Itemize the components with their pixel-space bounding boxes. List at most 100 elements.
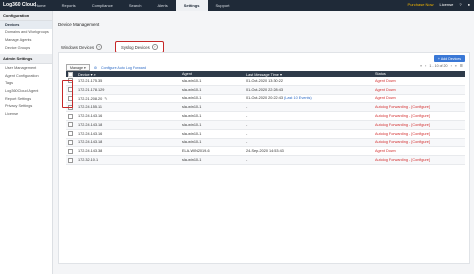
configure-auto-log-forward-link[interactable]: Configure Auto Log Forward xyxy=(101,66,146,70)
device-cell[interactable]: 172.21.178.129 xyxy=(76,85,180,95)
device-cell[interactable]: 172.21.175.35 xyxy=(76,77,180,86)
manage-dropdown[interactable]: Manage ▾ xyxy=(66,64,90,71)
device-cell[interactable]: 172.32.10.1 xyxy=(76,155,180,165)
purchase-now-link[interactable]: Purchase Now xyxy=(408,2,434,7)
device-cell[interactable]: 172.24.143.16 xyxy=(76,129,180,139)
row-checkbox[interactable] xyxy=(68,131,73,137)
device-cell[interactable]: 172.24.155.11 xyxy=(76,102,180,113)
row-select-cell xyxy=(66,146,76,157)
status-cell[interactable]: Autolog Forwarding - [Configure] xyxy=(373,111,465,121)
columns-icon[interactable]: ☰ xyxy=(460,64,463,68)
last-message-time-cell: - xyxy=(244,155,373,165)
agent-cell: sla-win10-1 xyxy=(180,138,244,148)
nav-reports[interactable]: Reports xyxy=(54,0,84,11)
row-select-cell xyxy=(66,155,76,165)
agent-cell: sla-win10-1 xyxy=(180,94,244,104)
table-row[interactable]: 172.24.143.16 sla-win10-1- Autolog Forward… xyxy=(66,129,465,139)
edit-icon[interactable]: ✎ xyxy=(104,97,107,101)
user-avatar-icon[interactable]: ● xyxy=(468,2,470,7)
add-devices-button[interactable]: + Add Devices xyxy=(433,55,465,62)
time-value: - xyxy=(246,114,248,119)
sidebar-item-privacy-settings[interactable]: Privacy Settings xyxy=(0,102,52,110)
sidebar-item-agent[interactable]: Log360Cloud Agent xyxy=(0,87,52,95)
table-row[interactable]: 172.24.143.18 sla-win10-1- Autolog Forward… xyxy=(66,120,465,130)
sort-icon[interactable]: ▾ xyxy=(280,73,282,77)
sidebar-item-license[interactable]: License xyxy=(0,110,52,118)
device-cell[interactable]: 172.24.143.18 xyxy=(76,120,180,130)
table-row[interactable]: 172.24.143.18 sla-win10-1- Autolog Forward… xyxy=(66,138,465,148)
status-cell[interactable]: Autolog Forwarding - [Configure] xyxy=(373,102,465,113)
gear-icon[interactable]: ⚙ xyxy=(94,66,97,70)
last-message-time-cell: - xyxy=(244,111,373,121)
device-cell[interactable]: 172.24.143.18 xyxy=(76,138,180,148)
nav-alerts[interactable]: Alerts xyxy=(150,0,176,11)
row-checkbox[interactable] xyxy=(68,139,73,145)
license-link[interactable]: License xyxy=(440,2,454,7)
table-row[interactable]: 172.21.178.129 sla-win10-1 01-Oct-2020 22:… xyxy=(66,85,465,95)
sidebar-item-user-management[interactable]: User Management xyxy=(0,64,52,72)
last-message-time-cell: 01-Oct-2020 22:28:43 xyxy=(244,85,373,95)
last-events-link[interactable]: (Last 10 Events) xyxy=(284,96,312,100)
row-select-cell xyxy=(66,138,76,148)
row-checkbox[interactable] xyxy=(68,148,73,154)
table-row[interactable]: 172.21.175.35 sla-win10-1 01-Oct-2020 13:3… xyxy=(66,77,465,86)
table-toolbar: Manage ▾ ⚙ Configure Auto Log Forward xyxy=(66,64,146,71)
row-checkbox[interactable] xyxy=(68,122,73,128)
device-name: 172.24.143.18 xyxy=(78,122,103,127)
row-checkbox[interactable] xyxy=(68,157,73,163)
agent-cell: sla-win10-1 xyxy=(180,155,244,165)
info-icon[interactable]: ? xyxy=(151,44,158,50)
sidebar-item-device-groups[interactable]: Device Groups xyxy=(0,44,52,52)
nav-settings[interactable]: Settings xyxy=(175,0,208,11)
prev-page-icon[interactable]: ‹ xyxy=(425,64,426,68)
nav-search[interactable]: Search xyxy=(121,0,150,11)
table-row[interactable]: 172.24.143.38 ELA-WIN2019-6 24-Sep-2020 14… xyxy=(66,146,465,157)
table-row[interactable]: 172.24.155.11 sla-win10-1- Autolog Forward… xyxy=(66,102,465,113)
nav-support[interactable]: Support xyxy=(208,0,238,11)
sidebar-section-configuration: Configuration xyxy=(0,11,52,21)
tab-label: Syslog Devices xyxy=(121,44,150,50)
device-cell[interactable]: 172.21.208.20 ✎ xyxy=(76,94,180,104)
row-checkbox[interactable] xyxy=(68,113,73,119)
device-name: 172.32.10.1 xyxy=(78,158,99,163)
sidebar-item-report-settings[interactable]: Report Settings xyxy=(0,95,52,103)
info-icon[interactable]: ? xyxy=(96,44,103,50)
sort-icon[interactable]: ▾ xyxy=(91,73,93,77)
agent-cell: ELA-WIN2019-6 xyxy=(180,146,244,157)
agent-cell: sla-win10-1 xyxy=(180,102,244,113)
top-bar: Log360 Cloud Home Reports Compliance Sea… xyxy=(0,0,474,11)
sidebar-item-devices[interactable]: Devices xyxy=(0,21,52,29)
sidebar-item-manage-agents[interactable]: Manage Agents xyxy=(0,36,52,44)
tab-windows-devices[interactable]: Windows Devices ? xyxy=(58,43,105,51)
last-page-icon[interactable]: » xyxy=(455,64,457,68)
device-name: 172.24.143.18 xyxy=(78,140,103,145)
sidebar-item-domains[interactable]: Domains and Workgroups xyxy=(0,29,52,37)
next-page-icon[interactable]: › xyxy=(451,64,452,68)
agent-cell: sla-win10-1 xyxy=(180,111,244,121)
row-select-cell xyxy=(66,129,76,139)
status-cell[interactable]: Autolog Forwarding - [Configure] xyxy=(373,129,465,139)
sidebar-item-agent-configuration[interactable]: Agent Configuration xyxy=(0,72,52,80)
status-cell[interactable]: Autolog Forwarding - [Configure] xyxy=(373,155,465,165)
table-row[interactable]: 172.32.10.1 sla-win10-1- Autolog Forwardin… xyxy=(66,155,465,165)
nav-compliance[interactable]: Compliance xyxy=(84,0,121,11)
filter-icon[interactable]: ⌕ xyxy=(94,73,96,77)
last-message-time-cell: 01-Oct-2020 20:22:43 (Last 10 Events) xyxy=(244,94,373,104)
status-cell[interactable]: Autolog Forwarding - [Configure] xyxy=(373,120,465,130)
table-row[interactable]: 172.21.208.20 ✎ sla-win10-1 01-Oct-2020 20:… xyxy=(66,94,465,104)
time-value: 01-Oct-2020 22:28:43 xyxy=(246,87,283,92)
device-cell[interactable]: 172.24.143.16 xyxy=(76,111,180,121)
device-cell[interactable]: 172.24.143.38 xyxy=(76,146,180,157)
status-cell[interactable]: Autolog Forwarding - [Configure] xyxy=(373,138,465,148)
device-name: 172.24.143.38 xyxy=(78,149,103,154)
time-value: 01-Oct-2020 13:30:22 xyxy=(246,78,283,83)
nav-home[interactable]: Home xyxy=(27,0,54,11)
table-row[interactable]: 172.24.143.16 sla-win10-1- Autolog Forward… xyxy=(66,111,465,121)
first-page-icon[interactable]: « xyxy=(420,64,422,68)
help-icon[interactable]: ? xyxy=(459,2,461,7)
status-cell: Agent Down xyxy=(373,77,465,86)
device-name: 172.24.155.11 xyxy=(78,105,102,110)
time-value: - xyxy=(246,105,248,110)
sidebar-item-tags[interactable]: Tags xyxy=(0,80,52,88)
select-all-checkbox[interactable] xyxy=(68,71,73,77)
